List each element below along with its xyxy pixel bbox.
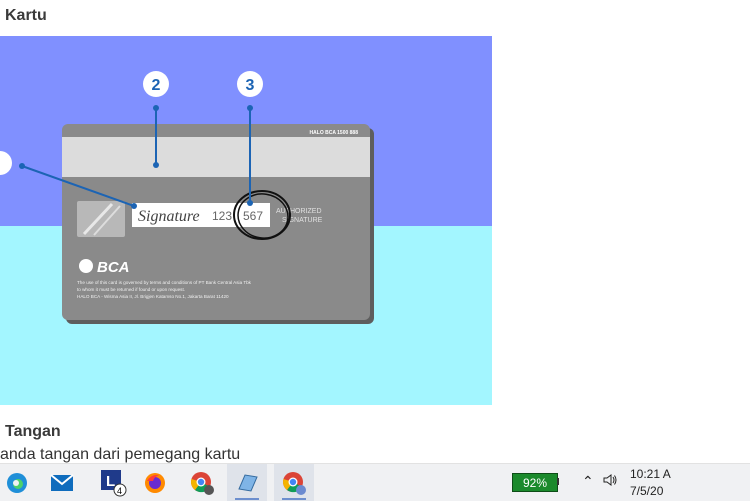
card-back-illustration: HALO BCA 1500 888 Signature 123 567 AUTH…	[0, 36, 492, 405]
magnetic-stripe	[62, 137, 370, 177]
clock-time[interactable]: 10:21 A	[630, 467, 671, 481]
section-paragraph: anda tangan dari pemegang kartu	[0, 446, 241, 463]
section-heading-tangan: Tangan	[5, 423, 61, 440]
battery-indicator[interactable]: 92%	[512, 473, 558, 492]
battery-cap	[557, 478, 559, 485]
edge-icon[interactable]	[0, 464, 37, 501]
firefox-icon[interactable]	[135, 464, 175, 501]
clock-date[interactable]: 7/5/20	[630, 484, 663, 498]
card-header-text: HALO BCA 1500 888	[310, 130, 359, 136]
bca-logo-text: BCA	[97, 259, 130, 276]
chevron-up-icon[interactable]: ⌃	[582, 473, 594, 490]
svg-text:L: L	[106, 473, 115, 490]
chrome-active-icon[interactable]	[274, 464, 314, 501]
section-heading-kartu: Kartu	[5, 7, 47, 24]
signature-script: Signature	[138, 208, 200, 225]
volume-icon[interactable]	[602, 472, 618, 491]
callout-number-2: 2	[152, 77, 161, 94]
app-badge: 4	[117, 486, 122, 496]
authorized-label: AUTHORIZED	[276, 208, 322, 215]
notepad-icon[interactable]	[227, 464, 267, 501]
callout-number-3: 3	[246, 77, 255, 94]
cvv-number: 567	[243, 209, 263, 223]
app-l-icon[interactable]: L4	[93, 464, 133, 501]
legal-line-3: HALO BCA - Wisma Asia II, Jl. Brigjen Ka…	[77, 294, 229, 299]
signature-digits: 123	[212, 209, 232, 223]
mail-icon[interactable]	[42, 464, 82, 501]
bca-logo-icon	[79, 259, 93, 273]
chrome-icon[interactable]	[182, 464, 222, 501]
legal-line-1: The use of this card is governed by term…	[77, 280, 252, 285]
legal-line-2: to whom it must be returned if found or …	[77, 287, 185, 292]
